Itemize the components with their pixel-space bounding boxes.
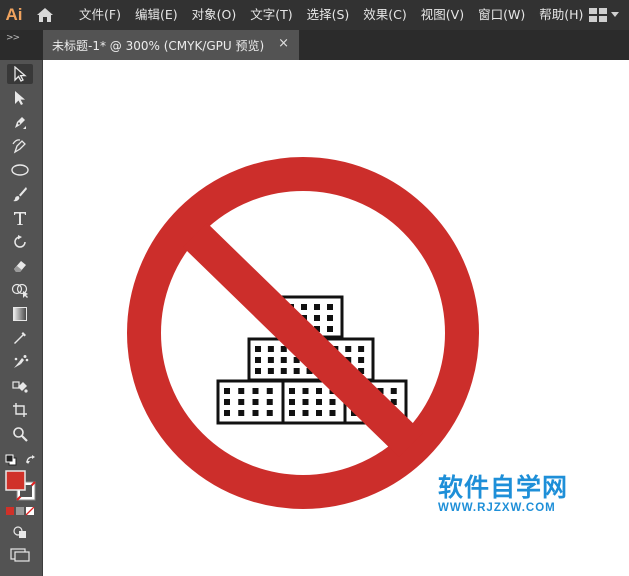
drawing-mode-icon[interactable]: [12, 525, 28, 544]
building-window: [238, 410, 245, 416]
artboard-tool-icon[interactable]: [7, 400, 33, 420]
symbol-sprayer-tool-icon[interactable]: [7, 352, 33, 372]
building-window: [327, 315, 333, 321]
building-window: [252, 399, 259, 405]
type-tool-icon[interactable]: [7, 208, 33, 228]
watermark-url: WWW.RJZXW.COM: [438, 502, 556, 514]
curvature-tool-icon[interactable]: [7, 136, 33, 156]
direct-selection-tool-icon[interactable]: [7, 88, 33, 108]
shape-builder-tool-icon[interactable]: [7, 280, 33, 300]
live-paint-bucket-icon[interactable]: [7, 376, 33, 396]
artboard-canvas[interactable]: 软件自学网 WWW.RJZXW.COM: [43, 60, 629, 576]
building-window: [255, 346, 261, 352]
building-window: [289, 399, 295, 405]
fill-stroke-swatches[interactable]: [5, 470, 37, 507]
building-window: [255, 357, 261, 363]
building-window: [280, 368, 287, 374]
building-window: [267, 368, 274, 374]
building-window: [329, 399, 336, 405]
document-tab-title: 未标题-1* @ 300% (CMYK/GPU 预览): [52, 38, 265, 53]
building-window: [255, 368, 261, 374]
building-window: [390, 388, 397, 394]
ellipse-tool-icon[interactable]: [7, 160, 33, 180]
menu-bar: Ai 文件(F) 编辑(E) 对象(O) 文字(T) 选择(S) 效果(C) 视…: [0, 0, 629, 30]
screen-mode-icon[interactable]: [10, 548, 30, 567]
pen-tool-icon[interactable]: [7, 112, 33, 132]
building-window: [252, 388, 259, 394]
building-window: [327, 304, 333, 310]
building-window: [345, 346, 352, 352]
menu-view[interactable]: 视图(V): [414, 0, 471, 30]
building-window: [224, 388, 230, 394]
building-window: [314, 315, 320, 321]
building-window: [329, 410, 336, 416]
menu-edit[interactable]: 编辑(E): [128, 0, 185, 30]
building-window: [314, 304, 320, 310]
panel-collapse-button[interactable]: >>: [6, 33, 20, 43]
building-window: [301, 304, 307, 310]
menu-effect[interactable]: 效果(C): [356, 0, 413, 30]
menu-type[interactable]: 文字(T): [243, 0, 299, 30]
building-window: [224, 410, 230, 416]
menu-file[interactable]: 文件(F): [72, 0, 128, 30]
swap-colors-icon[interactable]: [25, 453, 37, 471]
building-window: [238, 388, 245, 394]
selection-tool-icon[interactable]: [7, 64, 33, 84]
building-window: [327, 326, 333, 332]
building-window: [266, 388, 273, 394]
building-window: [267, 357, 274, 363]
paintbrush-tool-icon[interactable]: [7, 184, 33, 204]
building-window: [224, 399, 230, 405]
rotate-tool-icon[interactable]: [7, 232, 33, 252]
watermark-title: 软件自学网: [438, 473, 569, 502]
building-window: [358, 346, 365, 352]
app-logo: Ai: [5, 5, 23, 24]
home-icon[interactable]: [28, 0, 62, 30]
building-window: [302, 388, 309, 394]
building-window: [266, 410, 273, 416]
building-window: [289, 410, 295, 416]
building-window: [302, 410, 309, 416]
building-window: [266, 399, 273, 405]
building-window: [289, 388, 295, 394]
menu-select[interactable]: 选择(S): [300, 0, 357, 30]
building-window: [358, 357, 365, 363]
menu-window[interactable]: 窗口(W): [471, 0, 532, 30]
building-window: [302, 399, 309, 405]
building-window: [252, 410, 259, 416]
default-colors-icon[interactable]: [5, 453, 17, 471]
menu-help[interactable]: 帮助(H): [532, 0, 590, 30]
building-window: [238, 399, 245, 405]
eraser-tool-icon[interactable]: [7, 256, 33, 276]
building-window: [316, 399, 322, 405]
color-mode-buttons[interactable]: [6, 507, 36, 516]
building-window: [293, 368, 300, 374]
zoom-tool-icon[interactable]: [7, 424, 33, 444]
workspace-switcher-icon[interactable]: [589, 7, 621, 23]
building-window: [316, 388, 322, 394]
document-tab[interactable]: 未标题-1* @ 300% (CMYK/GPU 预览) ×: [43, 30, 299, 60]
close-icon[interactable]: ×: [278, 36, 289, 51]
building-window: [280, 357, 287, 363]
main-menu: 文件(F) 编辑(E) 对象(O) 文字(T) 选择(S) 效果(C) 视图(V…: [72, 0, 590, 30]
gradient-tool-icon[interactable]: [7, 304, 33, 324]
menu-object[interactable]: 对象(O): [185, 0, 244, 30]
watermark: 软件自学网 WWW.RJZXW.COM: [438, 468, 568, 514]
building-window: [267, 346, 274, 352]
eyedropper-tool-icon[interactable]: [7, 328, 33, 348]
tools-panel: [0, 60, 43, 576]
building-window: [316, 410, 322, 416]
